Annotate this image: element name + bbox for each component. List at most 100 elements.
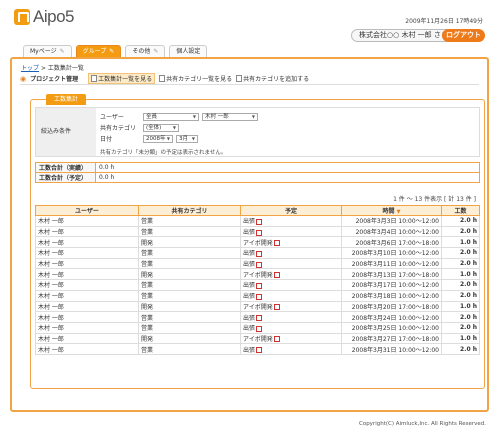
- app-logo[interactable]: Aipo5: [14, 7, 74, 27]
- breadcrumb-top-link[interactable]: トップ: [21, 65, 39, 72]
- user-select[interactable]: 木村 一郎 ▼: [202, 112, 258, 121]
- cell-category-text: 開発: [141, 239, 154, 247]
- month-select[interactable]: 3月 ▼: [176, 134, 198, 143]
- calendar-icon: [273, 336, 280, 343]
- project-icon: ◉: [20, 74, 27, 83]
- cell-time-text: 2008年3月10日 10:00〜12:00: [351, 250, 439, 258]
- calendar-icon: [256, 218, 263, 225]
- cell-hours-text: 2.0 h: [460, 345, 477, 353]
- app-name: Aipo5: [33, 7, 74, 26]
- table-row: 木村 一郎 営業 出張 2008年3月4日 10:00〜12:00 2.0 h: [35, 225, 480, 238]
- category-select[interactable]: (全体) ▼: [143, 123, 179, 132]
- cell-schedule[interactable]: 出張: [240, 289, 342, 302]
- panel-tab-hours[interactable]: 工数集計: [46, 94, 87, 105]
- tab-group[interactable]: グループ ✎: [75, 45, 122, 57]
- calendar-icon: [273, 272, 280, 279]
- calendar-icon: [273, 304, 280, 311]
- tab-other[interactable]: その他 ✎: [125, 45, 166, 57]
- link-label: 工数集計一覧を見る: [98, 76, 153, 83]
- hours-summary-panel: 工数集計 絞込み条件 ユーザー 全員 ▼ 木村 一郎 ▼ 共有カテゴリ (全体) ▼ …: [30, 94, 485, 389]
- cell-user: 木村 一郎: [35, 215, 139, 227]
- date-label: 日付: [100, 136, 113, 143]
- sort-desc-icon: ▼: [396, 209, 401, 215]
- cell-category-text: 営業: [141, 218, 154, 226]
- cell-time-text: 2008年3月11日 10:00〜12:00: [351, 261, 439, 269]
- column-time[interactable]: 時間 ▼: [341, 205, 442, 216]
- cell-user-text: 木村 一郎: [38, 293, 64, 301]
- document-icon: [236, 75, 243, 82]
- view-hours-summary-link[interactable]: 工数集計一覧を見る: [88, 73, 156, 84]
- logout-button[interactable]: ログアウト: [442, 29, 485, 42]
- cell-schedule-text: 出張: [243, 250, 256, 258]
- cell-hours: 2.0 h: [441, 311, 480, 323]
- cell-schedule[interactable]: 出張: [240, 321, 342, 334]
- user-filter-row: ユーザー 全員 ▼ 木村 一郎 ▼: [100, 112, 258, 121]
- cell-schedule-text: 出張: [243, 282, 256, 290]
- cell-time-text: 2008年3月25日 10:00〜12:00: [351, 325, 439, 333]
- document-icon: [91, 75, 98, 82]
- cell-schedule-text: 出張: [243, 346, 256, 354]
- cell-schedule[interactable]: アイボ開発: [240, 332, 342, 345]
- cell-schedule[interactable]: 出張: [240, 311, 342, 323]
- cell-schedule[interactable]: アイボ開発: [240, 236, 342, 249]
- table-row: 木村 一郎 営業 出張 2008年3月24日 10:00〜12:00 2.0 h: [35, 311, 480, 323]
- column-hours[interactable]: 工数: [441, 205, 480, 216]
- filter-note: 共有カテゴリ「未分類」の予定は表示されません。: [100, 150, 227, 156]
- column-user[interactable]: ユーザー: [35, 205, 139, 216]
- calendar-icon: [273, 240, 280, 247]
- cell-category: 開発: [138, 268, 241, 281]
- cell-hours-text: 1.0 h: [460, 334, 477, 342]
- tab-settings[interactable]: 個人設定: [169, 45, 208, 57]
- cell-schedule[interactable]: 出張: [240, 343, 342, 355]
- cell-hours-text: 2.0 h: [460, 228, 477, 236]
- filter-box: 絞込み条件 ユーザー 全員 ▼ 木村 一郎 ▼ 共有カテゴリ (全体) ▼ 日付: [35, 107, 480, 157]
- cell-schedule[interactable]: 出張: [240, 225, 342, 238]
- pin-icon: ✎: [109, 48, 115, 55]
- cell-user-text: 木村 一郎: [38, 314, 64, 322]
- table-row: 木村 一郎 開発 アイボ開発 2008年3月13日 17:00〜18:00 1.0 h: [35, 268, 480, 281]
- view-categories-link[interactable]: 共有カテゴリ一覧を見る: [159, 74, 232, 83]
- cell-user: 木村 一郎: [35, 300, 139, 313]
- cell-schedule[interactable]: 出張: [240, 279, 342, 291]
- cell-schedule[interactable]: アイボ開発: [240, 268, 342, 281]
- cell-hours: 2.0 h: [441, 247, 480, 259]
- add-category-link[interactable]: 共有カテゴリを追加する: [236, 74, 309, 83]
- table-row: 木村 一郎 開発 アイボ開発 2008年3月20日 17:00〜18:00 1.0 h: [35, 300, 480, 313]
- cell-time: 2008年3月11日 10:00〜12:00: [341, 257, 442, 270]
- table-row: 木村 一郎 開発 アイボ開発 2008年3月27日 17:00〜18:00 1.0 h: [35, 332, 480, 345]
- chevron-down-icon: ▼: [251, 113, 255, 119]
- cell-schedule[interactable]: 出張: [240, 247, 342, 259]
- tab-mypage[interactable]: Myページ ✎: [23, 45, 72, 57]
- chevron-down-icon: ▼: [191, 135, 195, 141]
- cell-time-text: 2008年3月3日 10:00〜12:00: [355, 218, 439, 226]
- column-schedule[interactable]: 予定: [240, 205, 342, 216]
- cell-schedule[interactable]: 出張: [240, 215, 342, 227]
- copyright: Copyright(C) Aimluck,Inc. All Rights Res…: [358, 421, 486, 427]
- cell-time-text: 2008年3月24日 10:00〜12:00: [351, 314, 439, 322]
- cell-user-text: 木村 一郎: [38, 346, 64, 354]
- category-filter-row: 共有カテゴリ (全体) ▼: [100, 123, 179, 132]
- column-category[interactable]: 共有カテゴリ: [138, 205, 241, 216]
- group-select-value: 全員: [146, 113, 158, 120]
- cell-schedule-text: アイボ開発: [243, 239, 273, 247]
- cell-schedule-text: 出張: [243, 261, 256, 269]
- cell-hours-text: 2.0 h: [460, 217, 477, 225]
- cell-schedule[interactable]: 出張: [240, 257, 342, 270]
- calendar-icon: [256, 325, 263, 332]
- summary-value: 0.0 h: [95, 172, 480, 183]
- user-name-badge[interactable]: 株式会社○○ 木村 一郎 さま: [351, 29, 456, 42]
- cell-hours: 1.0 h: [441, 332, 480, 345]
- cell-hours: 2.0 h: [441, 321, 480, 334]
- group-select[interactable]: 全員 ▼: [143, 112, 199, 121]
- cell-schedule-text: 出張: [243, 314, 256, 322]
- cell-hours: 1.0 h: [441, 300, 480, 313]
- cell-schedule[interactable]: アイボ開発: [240, 300, 342, 313]
- cell-time: 2008年3月13日 17:00〜18:00: [341, 268, 442, 281]
- cell-hours-text: 1.0 h: [460, 302, 477, 310]
- year-select[interactable]: 2008年 ▼: [143, 134, 173, 143]
- cell-category: 営業: [138, 215, 241, 227]
- table-row: 木村 一郎 営業 出張 2008年3月10日 10:00〜12:00 2.0 h: [35, 247, 480, 259]
- cell-schedule-text: アイボ開発: [243, 303, 273, 311]
- cell-category-text: 営業: [141, 346, 154, 354]
- cell-user-text: 木村 一郎: [38, 229, 64, 237]
